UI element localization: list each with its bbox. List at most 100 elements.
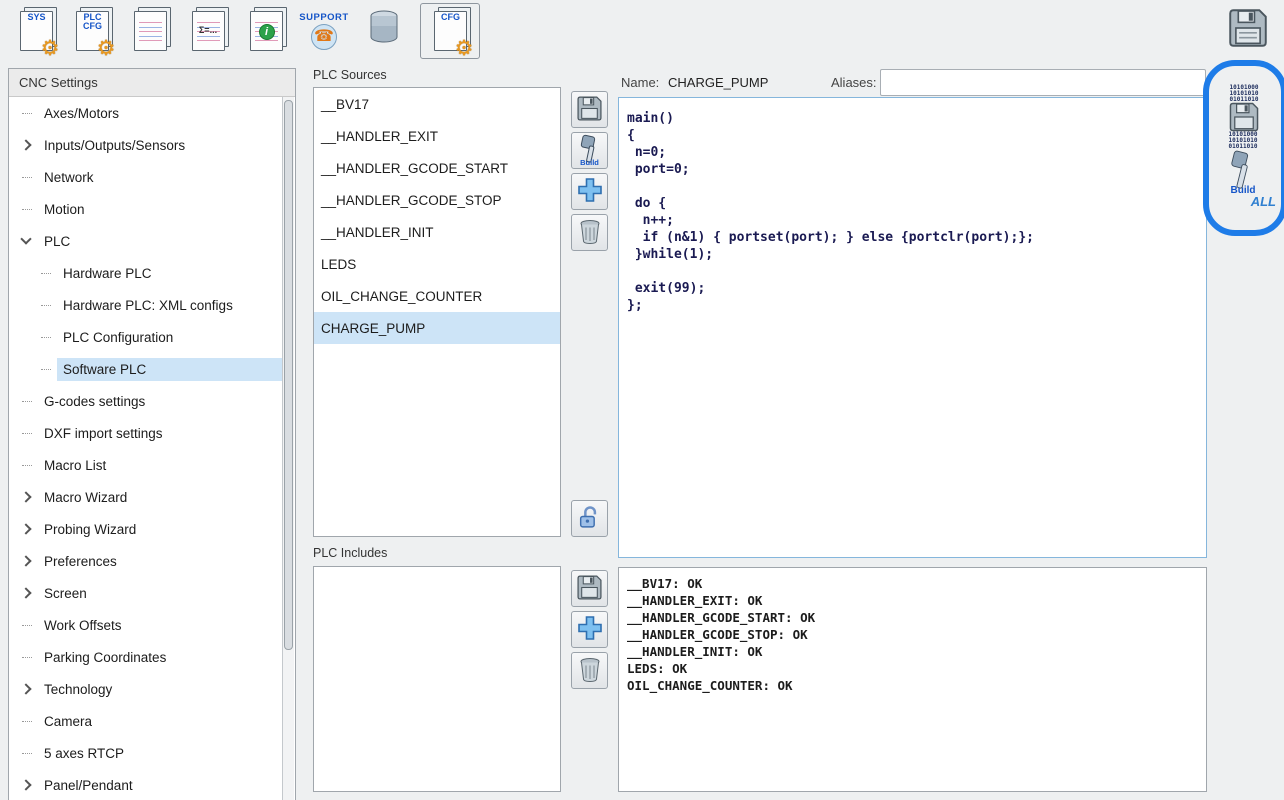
chevron-right-icon[interactable] (20, 523, 31, 534)
sidebar-item-label: PLC (38, 230, 282, 253)
document-icon (134, 11, 167, 51)
padlock-icon (576, 504, 603, 534)
sidebar-item-macro-list[interactable]: Macro List (10, 449, 282, 481)
sidebar-item-label: Panel/Pendant (38, 774, 282, 797)
document-icon: PLC CFG ⚙ (76, 11, 109, 51)
sidebar-item-plc-configuration[interactable]: PLC Configuration (10, 321, 282, 353)
tree-branch-line (22, 113, 32, 114)
unlock-source-button[interactable] (571, 500, 608, 537)
diskette-icon (576, 574, 603, 604)
sidebar-item-dxf-import-settings[interactable]: DXF import settings (10, 417, 282, 449)
binary-text: 10101000 10101010 01011010 (1229, 132, 1258, 150)
chevron-right-icon[interactable] (20, 779, 31, 790)
sidebar-item-label: Probing Wizard (38, 518, 282, 541)
database-button[interactable] (356, 3, 412, 59)
chevron-right-icon[interactable] (20, 555, 31, 566)
sidebar-item-hardware-plc[interactable]: Hardware PLC (10, 257, 282, 289)
sidebar-item-parking-coordinates[interactable]: Parking Coordinates (10, 641, 282, 673)
sidebar-item-panel-pendant[interactable]: Panel/Pendant (10, 769, 282, 800)
plus-icon (576, 614, 604, 645)
code-editor[interactable]: main() { n=0; port=0; do { n++; if (n&1)… (618, 97, 1207, 558)
info-button[interactable]: i (238, 3, 294, 59)
sidebar-item-hardware-plc-xml-configs[interactable]: Hardware PLC: XML configs (10, 289, 282, 321)
log-pages-button[interactable] (122, 3, 178, 59)
sidebar-item-inputs-outputs-sensors[interactable]: Inputs/Outputs/Sensors (10, 129, 282, 161)
log-line: __HANDLER_GCODE_START: OK (627, 609, 1198, 626)
chevron-down-icon[interactable] (20, 233, 31, 244)
trash-icon (578, 218, 602, 248)
plc-cfg-button[interactable]: PLC CFG ⚙ (64, 3, 120, 59)
trash-icon (578, 656, 602, 686)
tree-branch-line (22, 657, 32, 658)
sidebar-item-motion[interactable]: Motion (10, 193, 282, 225)
build-all-button[interactable]: 10101000 10101010 01011010 Build ALL (1210, 134, 1276, 206)
sidebar-item-camera[interactable]: Camera (10, 705, 282, 737)
sidebar-item-axes-motors[interactable]: Axes/Motors (10, 97, 282, 129)
tree-branch-line (41, 337, 51, 338)
sidebar-item-label: 5 axes RTCP (38, 742, 282, 765)
sys-settings-button[interactable]: SYS ⚙ (8, 3, 64, 59)
plc-source-item[interactable]: __BV17 (314, 88, 560, 120)
save-binary-button[interactable]: 10101000 10101010 01011010 (1213, 84, 1275, 136)
sidebar-item-work-offsets[interactable]: Work Offsets (10, 609, 282, 641)
sidebar-item-label: PLC Configuration (57, 326, 282, 349)
sidebar-item-network[interactable]: Network (10, 161, 282, 193)
chevron-right-icon[interactable] (20, 587, 31, 598)
tree-branch-line (22, 209, 32, 210)
diskette-icon (576, 95, 603, 125)
plc-source-item[interactable]: __HANDLER_INIT (314, 216, 560, 248)
tree-branch-line (22, 625, 32, 626)
delete-include-button[interactable] (571, 652, 608, 689)
macro-sum-button[interactable]: Σ=... (180, 3, 236, 59)
scrollbar-thumb[interactable] (284, 100, 293, 650)
plc-source-item[interactable]: LEDS (314, 248, 560, 280)
plc-includes-label: PLC Includes (313, 546, 387, 560)
tree-branch-line (41, 369, 51, 370)
sidebar-item-5-axes-rtcp[interactable]: 5 axes RTCP (10, 737, 282, 769)
delete-source-button[interactable] (571, 214, 608, 251)
plc-source-item[interactable]: CHARGE_PUMP (314, 312, 560, 344)
log-line: __HANDLER_INIT: OK (627, 643, 1198, 660)
database-icon (367, 9, 401, 54)
cfg-button[interactable]: CFG ⚙ (420, 3, 480, 59)
sidebar-item-plc[interactable]: PLC (10, 225, 282, 257)
log-line: LEDS: OK (627, 660, 1198, 677)
add-include-button[interactable] (571, 611, 608, 648)
chevron-right-icon[interactable] (20, 139, 31, 150)
chevron-right-icon[interactable] (20, 683, 31, 694)
save-include-button[interactable] (571, 570, 608, 607)
plc-source-item[interactable]: OIL_CHANGE_COUNTER (314, 280, 560, 312)
chevron-right-icon[interactable] (20, 491, 31, 502)
support-label: SUPPORT (299, 12, 348, 23)
add-source-button[interactable] (571, 173, 608, 210)
tree-branch-line (41, 305, 51, 306)
tree-branch-line (22, 721, 32, 722)
sidebar-item-label: Software PLC (57, 358, 282, 381)
sidebar-item-probing-wizard[interactable]: Probing Wizard (10, 513, 282, 545)
support-icon: SUPPORT ☎ (299, 12, 348, 50)
build-source-button[interactable]: Build (571, 132, 608, 169)
sidebar-item-label: Motion (38, 198, 282, 221)
sidebar-title: CNC Settings (9, 69, 295, 97)
sidebar-scrollbar[interactable] (282, 97, 294, 800)
sidebar-item-label: Macro List (38, 454, 282, 477)
plc-source-item[interactable]: __HANDLER_EXIT (314, 120, 560, 152)
cnc-settings-panel: CNC Settings Axes/Motors Inputs/Outputs/S… (8, 68, 296, 800)
sidebar-item-technology[interactable]: Technology (10, 673, 282, 705)
plc-source-item[interactable]: __HANDLER_GCODE_START (314, 152, 560, 184)
plc-source-item[interactable]: __HANDLER_GCODE_STOP (314, 184, 560, 216)
save-source-button[interactable] (571, 91, 608, 128)
sidebar-item-software-plc[interactable]: Software PLC (10, 353, 282, 385)
sidebar-item-label: Network (38, 166, 282, 189)
source-name-value: CHARGE_PUMP (668, 75, 768, 90)
sidebar-item-macro-wizard[interactable]: Macro Wizard (10, 481, 282, 513)
sidebar-item-label: Hardware PLC (57, 262, 282, 285)
sidebar-item-label: Axes/Motors (38, 102, 282, 125)
save-settings-button[interactable] (1219, 4, 1277, 54)
support-button[interactable]: SUPPORT ☎ (296, 3, 352, 59)
aliases-input[interactable] (880, 69, 1206, 96)
sidebar-item-screen[interactable]: Screen (10, 577, 282, 609)
sidebar-item-preferences[interactable]: Preferences (10, 545, 282, 577)
sidebar-item-g-codes-settings[interactable]: G-codes settings (10, 385, 282, 417)
gear-icon: ⚙ (97, 38, 116, 59)
